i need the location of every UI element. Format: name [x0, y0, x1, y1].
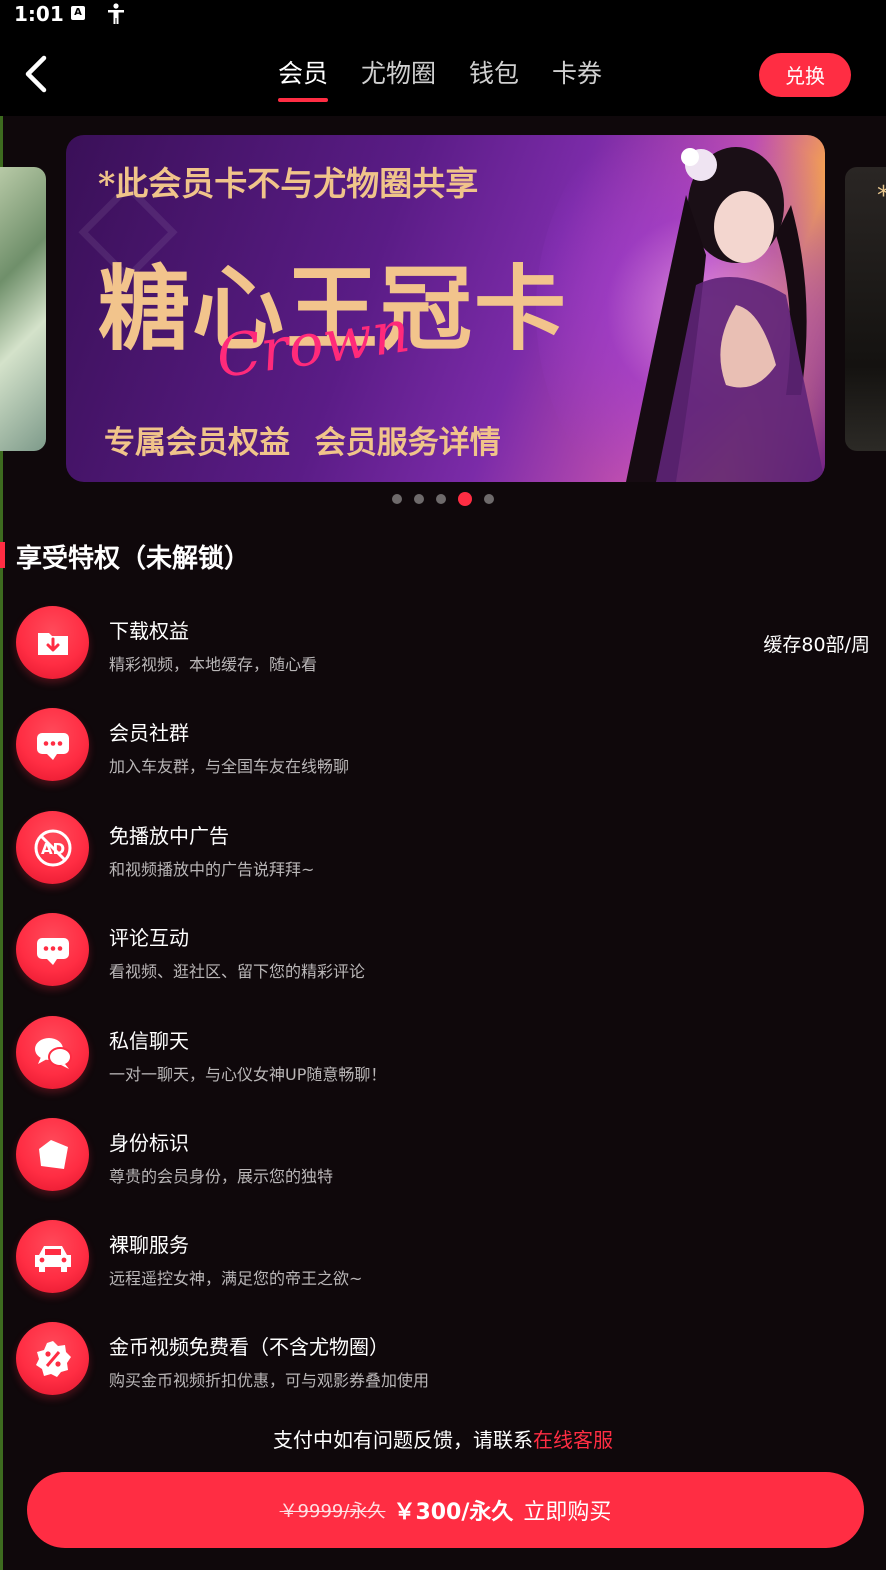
privilege-title: 私信聊天 [109, 1029, 189, 1053]
tab-beauty-circle[interactable]: 尤物圈 [361, 54, 436, 102]
exchange-button[interactable]: 兑换 [759, 53, 851, 97]
banner-note: *此会员卡不与尤物圈共享 [98, 164, 479, 203]
discount-icon [16, 1322, 89, 1395]
privilege-desc: 和视频播放中的广告说拜拜~ [109, 860, 315, 879]
privilege-desc: 远程遥控女神，满足您的帝王之欲~ [109, 1269, 363, 1288]
back-button[interactable] [18, 52, 54, 96]
privilege-desc: 加入车友群，与全国车友在线畅聊 [109, 757, 350, 776]
svg-text:AD: AD [40, 840, 64, 858]
privilege-desc: 购买金币视频折扣优惠，可与观影券叠加使用 [109, 1371, 430, 1390]
privilege-title: 金币视频免费看（不含尤物圈） [109, 1335, 389, 1359]
privilege-item-no-ads[interactable]: AD 免播放中广告 和视频播放中的广告说拜拜~ [16, 811, 876, 885]
carousel-next-card[interactable]: * [845, 167, 886, 451]
keyboard-a-icon: A [71, 6, 85, 20]
chevron-left-icon [25, 55, 47, 93]
privilege-item-community[interactable]: 会员社群 加入车友群，与全国车友在线畅聊 [16, 708, 876, 782]
section-accent-bar [0, 542, 5, 568]
carousel-dot-active[interactable] [458, 492, 472, 506]
carousel-dot[interactable] [414, 494, 424, 504]
carousel-dot[interactable] [484, 494, 494, 504]
original-price: ￥9999/永久 [279, 1501, 386, 1522]
accessibility-icon [106, 3, 126, 29]
privilege-item-identity[interactable]: 身份标识 尊贵的会员身份，展示您的独特 [16, 1118, 876, 1192]
privilege-title: 下载权益 [109, 619, 189, 643]
payment-help-text: 支付中如有问题反馈，请联系在线客服 [0, 1424, 886, 1453]
status-time: 1:01 [14, 2, 64, 26]
carousel-dot[interactable] [392, 494, 402, 504]
privilege-title: 评论互动 [109, 926, 189, 950]
carousel-prev-card[interactable] [0, 167, 46, 451]
privilege-title: 会员社群 [109, 721, 189, 745]
privilege-title: 免播放中广告 [109, 824, 229, 848]
current-price: ￥300/永久 [393, 1500, 514, 1525]
no-ad-icon: AD [16, 811, 89, 884]
privilege-desc: 一对一聊天，与心仪女神UP随意畅聊！ [109, 1065, 387, 1084]
chat-bubble-icon [16, 708, 89, 781]
tab-bar: 会员 尤物圈 钱包 卡券 [278, 54, 635, 102]
tab-member[interactable]: 会员 [278, 54, 329, 102]
download-folder-icon [16, 606, 89, 679]
buy-now-button[interactable]: ￥9999/永久 ￥300/永久 立即购买 [27, 1472, 864, 1548]
online-service-link[interactable]: 在线客服 [533, 1428, 613, 1452]
privilege-item-download[interactable]: 下载权益 精彩视频，本地缓存，随心看 缓存80部/周 [16, 606, 876, 680]
privilege-title: 身份标识 [109, 1131, 189, 1155]
comment-icon [16, 913, 89, 986]
privilege-desc: 精彩视频，本地缓存，随心看 [109, 655, 318, 674]
membership-banner[interactable]: ◇ *此会员卡不与尤物圈共享 糖心王冠卡 Crown 专属会员权益 会员服务详情 [66, 135, 825, 482]
tab-wallet[interactable]: 钱包 [469, 54, 519, 102]
privilege-item-private-chat[interactable]: 私信聊天 一对一聊天，与心仪女神UP随意畅聊！ [16, 1016, 876, 1090]
privilege-item-live-service[interactable]: 裸聊服务 远程遥控女神，满足您的帝王之欲~ [16, 1220, 876, 1294]
status-bar: 1:01 A [0, 0, 886, 30]
banner-footer: 专属会员权益 会员服务详情 [104, 425, 501, 461]
carousel-dot[interactable] [436, 494, 446, 504]
car-icon [16, 1220, 89, 1293]
privilege-quota: 缓存80部/周 [763, 634, 870, 656]
privilege-desc: 尊贵的会员身份，展示您的独特 [109, 1167, 334, 1186]
privilege-desc: 看视频、逛社区、留下您的精彩评论 [109, 962, 366, 981]
tab-coupons[interactable]: 卡券 [552, 54, 602, 102]
carousel-dots [392, 492, 494, 506]
payment-help-label: 支付中如有问题反馈，请联系 [273, 1428, 533, 1452]
privilege-item-comments[interactable]: 评论互动 看视频、逛社区、留下您的精彩评论 [16, 913, 876, 987]
top-header: 会员 尤物圈 钱包 卡券 兑换 [0, 30, 886, 116]
privilege-item-free-coin-video[interactable]: 金币视频免费看（不含尤物圈） 购买金币视频折扣优惠，可与观影券叠加使用 [16, 1322, 876, 1396]
buy-action-label: 立即购买 [523, 1500, 612, 1525]
banner-model-image [626, 147, 825, 482]
privilege-title: 裸聊服务 [109, 1233, 189, 1257]
section-title: 享受特权（未解锁） [16, 544, 251, 574]
private-message-icon [16, 1016, 89, 1089]
badge-tag-icon [16, 1118, 89, 1191]
next-card-text: * [877, 181, 886, 211]
